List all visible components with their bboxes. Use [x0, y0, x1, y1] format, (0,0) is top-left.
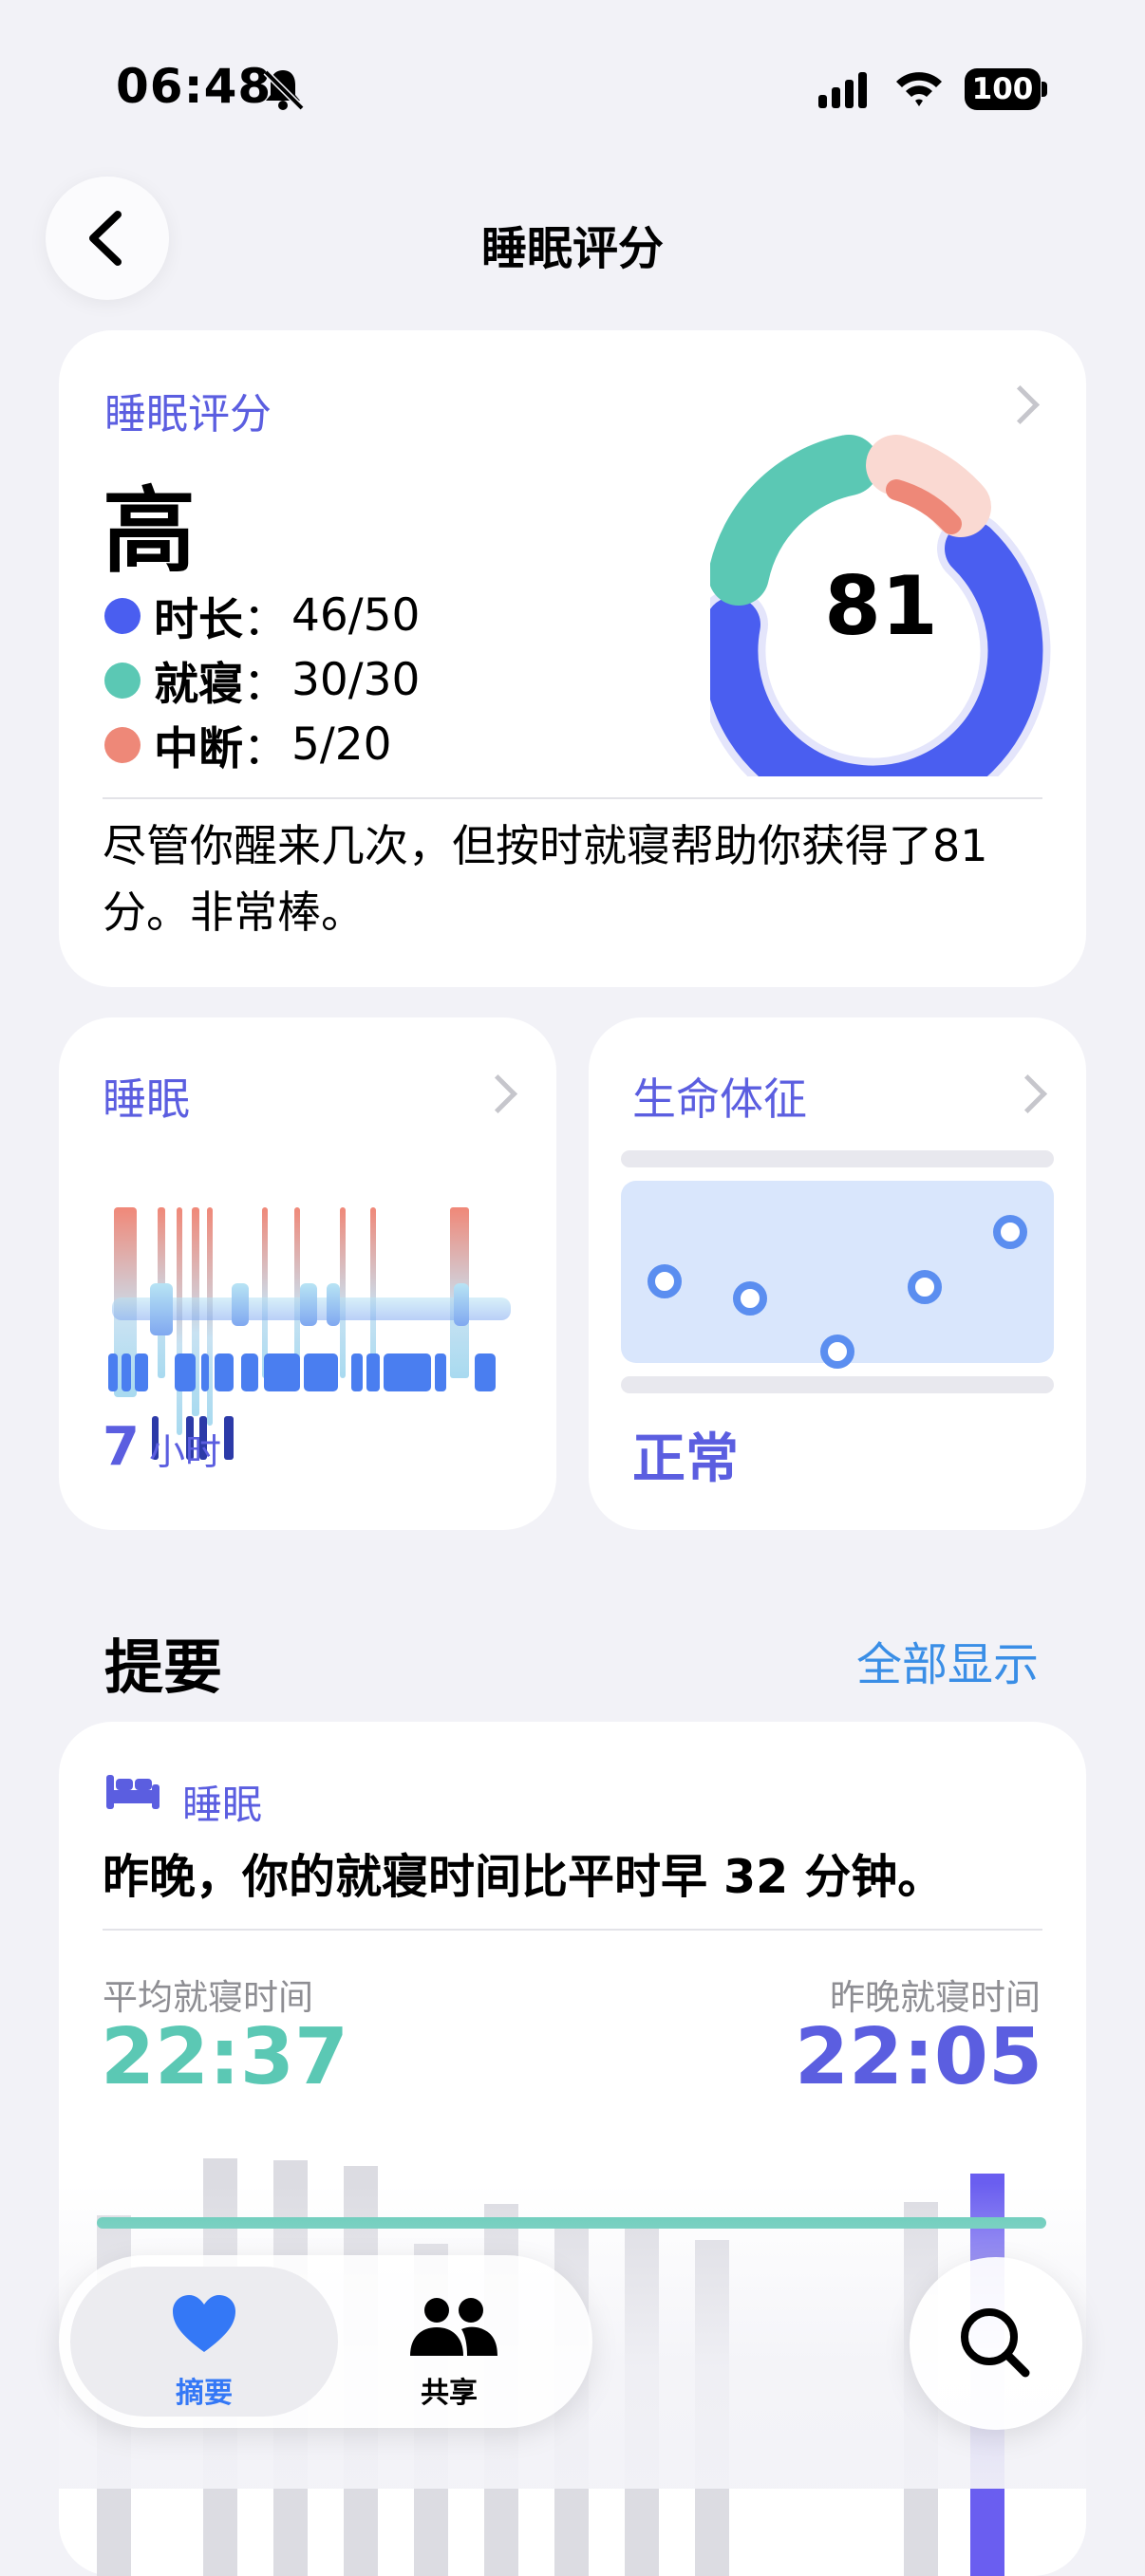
metric-label: 就寝	[154, 659, 243, 711]
sleep-unit: 小时	[148, 1431, 221, 1473]
summary-category: 睡眠	[182, 1782, 263, 1828]
section-title: 提要	[104, 1633, 223, 1702]
search-icon	[961, 2308, 1030, 2378]
metric-interruptions: 中断 ： 5/20	[104, 712, 392, 777]
tab-sharing-label[interactable]: 共享	[354, 2369, 544, 2411]
tab-summary-label: 摘要	[176, 2377, 233, 2410]
interruptions-dot	[104, 726, 141, 763]
battery-cap	[1042, 82, 1047, 97]
metric-duration: 时长 ： 46/50	[104, 583, 420, 648]
vitals-bottom-bar	[621, 1376, 1054, 1393]
bedtime-dot	[104, 662, 141, 699]
search-button[interactable]	[910, 2257, 1082, 2430]
sleep-duration: 7 小时	[103, 1416, 221, 1478]
page-title: 睡眠评分	[480, 222, 664, 275]
sleep-hours: 7	[103, 1416, 140, 1478]
status-time: 06:48	[116, 59, 272, 114]
vitals-top-bar	[621, 1150, 1054, 1167]
metric-label: 中断	[154, 723, 243, 775]
score-card-title: 睡眠评分	[104, 390, 272, 439]
sleep-card-title: 睡眠	[103, 1073, 190, 1125]
vitals-status: 正常	[632, 1428, 739, 1490]
metric-value: 30/30	[291, 654, 421, 706]
summary-divider	[103, 1929, 1042, 1931]
signal-icon	[818, 72, 872, 108]
metric-bedtime: 就寝 ： 30/30	[104, 647, 420, 713]
show-all-link[interactable]: 全部显示	[856, 1627, 1039, 1693]
avg-bedtime-value: 22:37	[101, 2012, 349, 2102]
heart-icon	[173, 2295, 235, 2352]
tab-bar: 摘要 共享	[59, 2255, 592, 2428]
bell-slash-icon	[263, 69, 304, 111]
duration-dot	[104, 597, 141, 634]
bed-icon	[106, 1775, 160, 1809]
last-bedtime-value: 22:05	[794, 2012, 1042, 2102]
battery-icon: 100	[965, 68, 1041, 110]
core-sleep-blocks	[108, 1353, 496, 1391]
score-divider	[103, 797, 1042, 799]
metric-sep: ：	[243, 723, 288, 775]
chevron-right-icon	[478, 1073, 518, 1114]
chevron-right-icon	[1000, 384, 1041, 425]
vitals-card[interactable]: 生命体征 正常	[589, 1017, 1086, 1530]
wifi-icon	[896, 72, 942, 106]
metric-value: 46/50	[291, 589, 421, 642]
chevron-right-icon	[1007, 1073, 1048, 1114]
score-number: 81	[824, 559, 938, 654]
score-description: 尽管你醒来几次，但按时就寝帮助你获得了81分。非常棒。	[103, 820, 988, 938]
score-ring: 81	[710, 435, 1051, 776]
metric-sep: ：	[243, 659, 288, 711]
metric-value: 5/20	[291, 719, 392, 771]
people-icon[interactable]	[408, 2297, 499, 2356]
metric-sep: ：	[243, 594, 288, 646]
vitals-card-title: 生命体征	[632, 1073, 807, 1125]
score-level: 高	[103, 477, 197, 586]
sleep-score-card[interactable]: 睡眠评分 高 时长 ： 46/50 就寝 ： 30/30 中断 ： 5/20 8…	[59, 330, 1086, 987]
vitals-graph	[621, 1150, 1054, 1393]
summary-text: 昨晚，你的就寝时间比平时早 32 分钟。	[103, 1850, 945, 1904]
metric-label: 时长	[154, 594, 243, 646]
sleep-card[interactable]: 睡眠 7 小时	[59, 1017, 556, 1530]
